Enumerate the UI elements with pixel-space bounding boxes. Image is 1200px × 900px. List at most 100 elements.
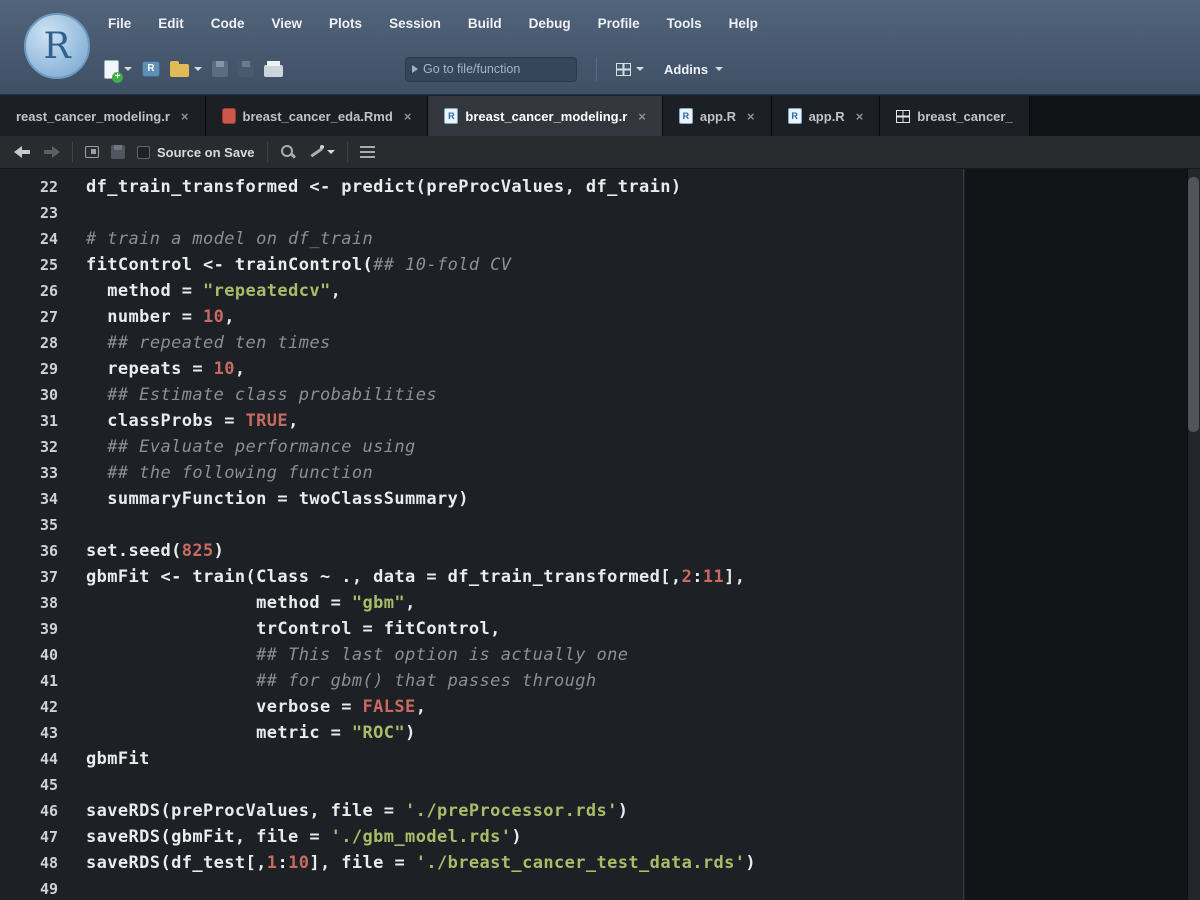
tab-4[interactable]: Rapp.R×	[772, 96, 881, 136]
menu-help[interactable]: Help	[729, 16, 758, 31]
line-number: 25	[0, 252, 58, 278]
search-icon[interactable]	[280, 144, 296, 160]
goto-file-input[interactable]	[423, 62, 584, 76]
open-file-button[interactable]	[170, 61, 202, 77]
magic-wand-icon	[308, 144, 324, 160]
line-number: 46	[0, 798, 58, 824]
code-text: gbmFit	[58, 746, 150, 772]
tab-2[interactable]: Rbreast_cancer_modeling.r ×	[428, 96, 662, 136]
line-number: 30	[0, 382, 58, 408]
line-number: 40	[0, 642, 58, 668]
tab-5[interactable]: breast_cancer_	[880, 96, 1029, 136]
close-icon[interactable]: ×	[181, 109, 189, 124]
editor-save-icon[interactable]	[111, 145, 125, 159]
menubar-items: File Edit Code View Plots Session Build Debug Pr…	[108, 0, 758, 46]
line-number: 29	[0, 356, 58, 382]
menu-debug[interactable]: Debug	[529, 16, 571, 31]
tab-label: app.R	[809, 109, 845, 124]
r-doc-icon: R	[444, 108, 458, 124]
pane-layout-button[interactable]	[616, 63, 644, 76]
goto-arrow-icon	[412, 65, 418, 73]
source-on-save-checkbox[interactable]	[137, 146, 150, 159]
tab-0[interactable]: reast_cancer_modeling.r×	[0, 96, 206, 136]
line-number: 38	[0, 590, 58, 616]
new-file-button[interactable]	[104, 60, 132, 79]
close-icon[interactable]: ×	[856, 109, 864, 124]
line-number: 34	[0, 486, 58, 512]
line-number: 37	[0, 564, 58, 590]
chevron-down-icon	[124, 67, 132, 71]
scrollbar-thumb[interactable]	[1188, 177, 1199, 432]
menu-code[interactable]: Code	[211, 16, 245, 31]
chevron-down-icon	[636, 67, 644, 71]
tab-label: breast_cancer_modeling.r	[465, 109, 627, 124]
menu-tools[interactable]: Tools	[667, 16, 702, 31]
close-icon[interactable]: ×	[747, 109, 755, 124]
menu-session[interactable]: Session	[389, 16, 441, 31]
line-number: 27	[0, 304, 58, 330]
menu-file[interactable]: File	[108, 16, 131, 31]
line-number: 47	[0, 824, 58, 850]
code-text: ## Evaluate performance using	[58, 434, 416, 460]
tab-label: breast_cancer_	[917, 109, 1012, 124]
menu-view[interactable]: View	[272, 16, 303, 31]
line-number: 33	[0, 460, 58, 486]
menu-plots[interactable]: Plots	[329, 16, 362, 31]
addins-button[interactable]: Addins	[664, 62, 723, 77]
chevron-down-icon	[327, 150, 335, 154]
save-icon	[212, 61, 228, 77]
r-doc-icon: R	[679, 108, 693, 124]
code-text: repeats = 10,	[58, 356, 246, 382]
menu-profile[interactable]: Profile	[598, 16, 640, 31]
document-outline-icon[interactable]	[360, 146, 375, 159]
close-icon[interactable]: ×	[404, 109, 412, 124]
code-editor[interactable]: 22df_train_transformed <- predict(prePro…	[0, 169, 1200, 900]
save-button[interactable]	[212, 61, 228, 77]
print-button[interactable]	[264, 61, 283, 77]
vertical-scrollbar[interactable]	[1187, 169, 1200, 900]
tab-3[interactable]: Rapp.R ×	[663, 96, 772, 136]
goto-file-field[interactable]	[405, 57, 577, 82]
chevron-down-icon	[715, 67, 723, 71]
editor-toolbar: Source on Save	[0, 136, 1200, 169]
tab-1[interactable]: breast_cancer_eda.Rmd×	[206, 96, 429, 136]
source-on-save-label: Source on Save	[157, 145, 255, 160]
back-arrow-icon[interactable]	[14, 146, 31, 158]
print-icon	[264, 65, 283, 77]
forward-arrow-icon[interactable]	[43, 146, 60, 158]
code-tools-button[interactable]	[308, 144, 335, 160]
save-all-icon	[238, 61, 254, 77]
rmd-doc-icon	[222, 108, 236, 124]
close-icon[interactable]: ×	[638, 109, 646, 124]
source-on-save-toggle[interactable]: Source on Save	[137, 145, 255, 160]
code-text: summaryFunction = twoClassSummary)	[58, 486, 469, 512]
line-number: 35	[0, 512, 58, 538]
line-number: 42	[0, 694, 58, 720]
menu-build[interactable]: Build	[468, 16, 502, 31]
margin-column-line	[963, 169, 964, 900]
line-number: 22	[0, 174, 58, 200]
r-logo: R	[24, 13, 90, 79]
main-toolbar: R Addi	[104, 46, 1200, 92]
code-text: method = "repeatedcv",	[58, 278, 341, 304]
project-icon: R	[142, 61, 160, 77]
editor-toolbar-separator	[267, 142, 268, 162]
new-project-button[interactable]: R	[142, 61, 160, 77]
save-all-button[interactable]	[238, 61, 254, 77]
data-grid-icon	[896, 110, 910, 123]
code-text: saveRDS(gbmFit, file = './gbm_model.rds'…	[58, 824, 522, 850]
popout-icon[interactable]	[85, 146, 99, 158]
code-text: trControl = fitControl,	[58, 616, 501, 642]
code-text: saveRDS(preProcValues, file = './preProc…	[58, 798, 628, 824]
toolbar-separator	[596, 57, 597, 81]
line-number: 28	[0, 330, 58, 356]
new-file-icon	[104, 60, 119, 79]
line-number: 36	[0, 538, 58, 564]
code-text: metric = "ROC")	[58, 720, 416, 746]
line-number: 24	[0, 226, 58, 252]
rstudio-window: R File Edit Code View Plots Session Build Debug…	[0, 0, 1200, 900]
tab-label: app.R	[700, 109, 736, 124]
tab-bar: reast_cancer_modeling.r×breast_cancer_ed…	[0, 96, 1200, 136]
line-number: 23	[0, 200, 58, 226]
menu-edit[interactable]: Edit	[158, 16, 184, 31]
